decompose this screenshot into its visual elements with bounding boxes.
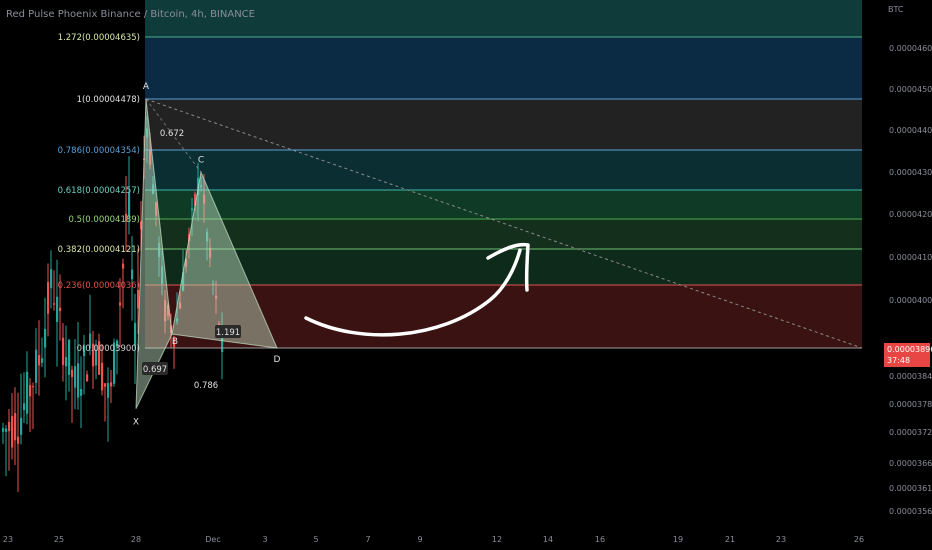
fib-level-label: 0.236(0.00004036) (58, 281, 140, 291)
price-tick-label: 0.00003840 (889, 372, 932, 381)
candle-body (110, 382, 113, 387)
fib-level-label: 0.382(0.00004121) (58, 245, 140, 255)
candle-body (131, 269, 134, 280)
candle-body (56, 296, 59, 323)
candle-body (29, 385, 32, 397)
price-tick-label: 0.00004100 (889, 253, 932, 262)
candle-body (32, 386, 35, 388)
time-tick-label: 23 (776, 535, 786, 544)
fib-level-label: 1(0.00004478) (77, 95, 140, 105)
candle-body (191, 208, 194, 211)
candle-body (104, 383, 107, 387)
candle-body (80, 389, 83, 396)
candle-body (26, 371, 29, 414)
pattern-point-label: D (274, 355, 281, 365)
candle-body (86, 374, 89, 382)
price-tick-label: 0.00004600 (889, 44, 932, 53)
price-tick-label: 0.00003720 (889, 428, 932, 437)
fib-zone (145, 249, 862, 285)
candle-body (134, 323, 137, 346)
candle-body (77, 363, 80, 398)
price-tick-label: 0.00004000 (889, 296, 932, 305)
pattern-ratio-label: 0.786 (194, 381, 218, 391)
candle-body (71, 369, 74, 378)
candle-body (17, 436, 20, 444)
price-chart[interactable]: 1.272(0.00004635) 1(0.00004478) 0.786(0.00… (0, 0, 932, 550)
price-unit-label: BTC (888, 5, 904, 14)
fib-level-label: 0(0.00003900) (77, 344, 140, 354)
price-tick-label: 0.00003610 (889, 484, 932, 493)
last-price-tag: 0.00003896 37:48 (884, 343, 932, 367)
chart-title: Red Pulse Phoenix Binance / Bitcoin, 4h,… (6, 9, 255, 20)
pattern-point-label: X (133, 418, 139, 428)
candle-body (53, 303, 56, 305)
candle-body (107, 383, 110, 398)
price-tick-label: 0.00004200 (889, 210, 932, 219)
price-tick-label: 0.00004500 (889, 85, 932, 94)
time-tick-label: 7 (365, 535, 370, 544)
pattern-ratio-label: 1.191 (216, 328, 240, 338)
time-tick-label: 12 (492, 535, 502, 544)
fib-zone (145, 190, 862, 219)
candle-body (101, 362, 104, 391)
candle-body (119, 302, 122, 306)
price-tick-label: 0.00003560 (889, 507, 932, 516)
price-tick-label: 0.00003780 (889, 400, 932, 409)
bar-countdown: 37:48 (887, 356, 911, 365)
candle-body (2, 428, 5, 432)
pattern-ratio-label: 0.672 (160, 129, 184, 139)
price-tick-label: 0.00003660 (889, 459, 932, 468)
candle-body (38, 355, 41, 366)
candle-body (20, 417, 23, 435)
candle-body (47, 281, 50, 314)
time-axis[interactable]: 23 25 28 Dec 3 5 7 9 12 14 16 19 21 23 26 (3, 535, 864, 544)
candle-body (65, 357, 68, 367)
last-price-value: 0.00003896 (887, 345, 932, 354)
time-tick-label: 14 (543, 535, 553, 544)
pattern-ratio-label: 0.697 (143, 365, 167, 375)
candle-body (74, 366, 77, 388)
candle-body (41, 358, 44, 363)
time-tick-label: 26 (854, 535, 864, 544)
fib-level-label: 0.618(0.00004257) (58, 186, 140, 196)
price-tick-label: 0.00004300 (889, 168, 932, 177)
candle-body (5, 428, 8, 432)
fibonacci-level-labels: 1.272(0.00004635) 1(0.00004478) 0.786(0.00… (58, 33, 140, 354)
fib-zone (145, 99, 862, 150)
fib-level-label: 0.786(0.00004354) (58, 146, 140, 156)
pattern-point-label: A (143, 82, 150, 92)
time-tick-label: 5 (313, 535, 318, 544)
price-axis[interactable]: 0.00004600 0.00004500 0.00004400 0.00004300… (870, 0, 932, 550)
pattern-point-label: C (198, 155, 204, 165)
time-tick-label: 3 (262, 535, 267, 544)
time-tick-label: 9 (417, 535, 422, 544)
time-tick-label: Dec (205, 535, 220, 544)
time-tick-label: 21 (725, 535, 735, 544)
candle-body (35, 349, 38, 383)
candle-body (68, 339, 71, 375)
fib-level-label: 0.5(0.00004189) (68, 215, 140, 225)
time-tick-label: 23 (3, 535, 13, 544)
fib-zone (145, 150, 862, 190)
time-tick-label: 28 (131, 535, 141, 544)
candle-body (50, 269, 53, 289)
candle-body (59, 307, 62, 312)
time-tick-label: 25 (54, 535, 64, 544)
time-tick-label: 16 (595, 535, 605, 544)
candle-body (122, 263, 125, 269)
candle-body (11, 416, 14, 448)
time-tick-label: 19 (673, 535, 683, 544)
pattern-point-label: B (172, 337, 178, 347)
fib-zone (145, 37, 862, 99)
fib-level-label: 1.272(0.00004635) (58, 33, 140, 43)
candle-body (44, 328, 47, 348)
candle-body (8, 421, 11, 432)
candle-body (14, 413, 17, 441)
candle-body (62, 337, 65, 365)
price-tick-label: 0.00004400 (889, 126, 932, 135)
candle-body (23, 403, 26, 411)
